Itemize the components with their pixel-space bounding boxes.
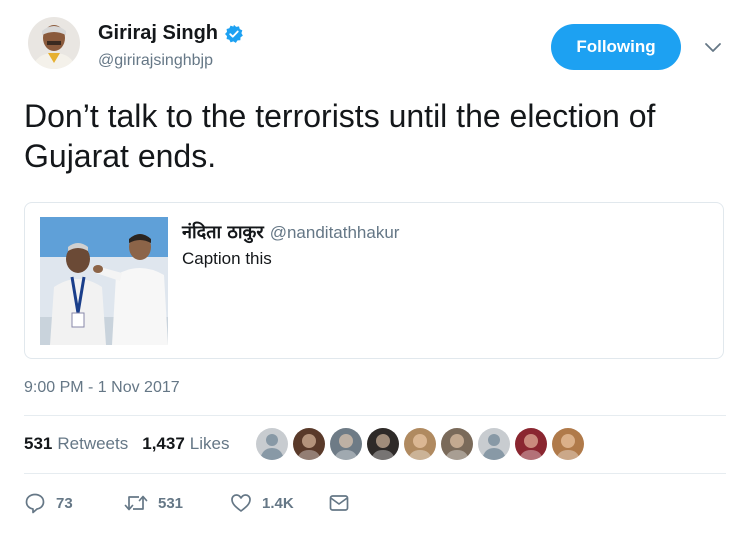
- liker-avatar[interactable]: [293, 428, 325, 460]
- quoted-tweet-user: नंदिता ठाकुर @nanditathhakur: [182, 220, 399, 244]
- retweet-button[interactable]: 531: [124, 492, 188, 514]
- like-button[interactable]: 1.4K: [230, 492, 294, 514]
- direct-message-button[interactable]: [328, 492, 360, 514]
- liker-avatar[interactable]: [552, 428, 584, 460]
- quoted-tweet[interactable]: नंदिता ठाकुर @nanditathhakur Caption thi…: [24, 202, 724, 359]
- likes-stat[interactable]: 1,437 Likes: [142, 434, 229, 454]
- reply-icon: [25, 493, 45, 514]
- chevron-down-icon[interactable]: [704, 38, 722, 56]
- quoted-tweet-image[interactable]: [40, 217, 168, 345]
- divider: [24, 415, 726, 416]
- quoted-tweet-author-name: नंदिता ठाकुर: [182, 222, 264, 243]
- author-name-row: Giriraj Singh: [98, 22, 244, 45]
- heart-icon: [231, 494, 251, 512]
- liker-avatar[interactable]: [441, 428, 473, 460]
- reply-count: 73: [56, 494, 73, 512]
- author-name[interactable]: Giriraj Singh: [98, 22, 218, 45]
- liker-avatar[interactable]: [367, 428, 399, 460]
- tweet-stats: 531 Retweets 1,437 Likes: [24, 434, 243, 454]
- liker-avatar[interactable]: [478, 428, 510, 460]
- retweets-stat[interactable]: 531 Retweets: [24, 434, 128, 454]
- liker-avatar[interactable]: [515, 428, 547, 460]
- likes-label: Likes: [189, 434, 230, 453]
- liker-avatar[interactable]: [256, 428, 288, 460]
- avatar[interactable]: [28, 17, 80, 69]
- following-button[interactable]: Following: [551, 24, 681, 70]
- retweet-icon: [124, 495, 148, 511]
- envelope-icon: [329, 495, 349, 511]
- verified-badge-icon: [225, 24, 243, 43]
- likes-count: 1,437: [142, 434, 185, 453]
- liker-avatars: [256, 428, 589, 460]
- quoted-tweet-author-handle: @nanditathhakur: [269, 223, 400, 242]
- tweet-actions: 73 531 1.4K: [24, 492, 384, 514]
- reply-button[interactable]: 73: [24, 492, 82, 514]
- tweet-header: Giriraj Singh @girirajsinghbjp Following: [24, 14, 730, 80]
- tweet-timestamp[interactable]: 9:00 PM - 1 Nov 2017: [24, 379, 180, 397]
- like-count: 1.4K: [262, 494, 294, 512]
- retweet-count: 531: [158, 494, 184, 512]
- liker-avatar[interactable]: [330, 428, 362, 460]
- retweets-label: Retweets: [57, 434, 129, 453]
- retweets-count: 531: [24, 434, 53, 453]
- author-handle[interactable]: @girirajsinghbjp: [98, 52, 213, 70]
- divider: [24, 473, 726, 474]
- quoted-tweet-text: Caption this: [182, 249, 272, 268]
- liker-avatar[interactable]: [404, 428, 436, 460]
- tweet-text: Don’t talk to the terrorists until the e…: [24, 98, 656, 174]
